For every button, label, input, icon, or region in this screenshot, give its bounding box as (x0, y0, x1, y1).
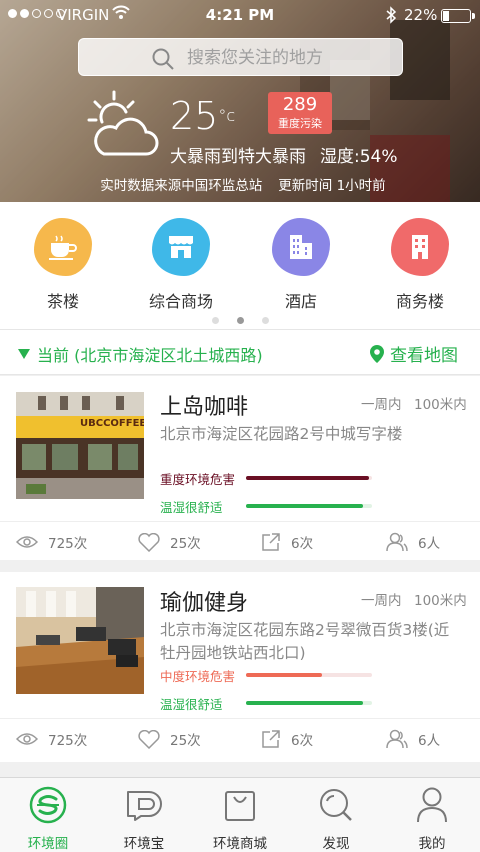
eye-icon (16, 536, 38, 548)
cloudy-sun-icon (87, 90, 159, 156)
category-hotel[interactable]: 酒店 (241, 218, 361, 312)
status-bar: VIRGIN 4:21 PM 22% (0, 0, 480, 32)
update-time: 更新时间 1小时前 (278, 178, 386, 194)
visit-frequency: 一周内 (361, 593, 402, 609)
battery-icon (441, 9, 475, 23)
like-button[interactable]: 25次 (138, 729, 201, 749)
bluetooth-icon (386, 6, 397, 24)
weather-header: VIRGIN 4:21 PM 22% 25°c 289 (0, 0, 480, 202)
place-title: 瑜伽健身 (160, 591, 249, 616)
place-stats: 725次 25次 6次 6人 (0, 521, 480, 563)
share-button[interactable]: 6次 (261, 729, 313, 749)
source-text: 实时数据来源中国环监总站 (100, 178, 263, 194)
comfort-bar (246, 701, 372, 705)
env-hazard-meter: 重度环境危害 (160, 469, 372, 488)
data-source: 实时数据来源中国环监总站 更新时间 1小时前 (0, 174, 480, 194)
office-building-icon (391, 218, 449, 276)
search-input[interactable] (187, 45, 387, 71)
env-treasure-icon (127, 791, 162, 821)
category-office[interactable]: 商务楼 (360, 218, 480, 312)
location-bar: 当前 (北京市海淀区北土城西路) 查看地图 (0, 329, 480, 375)
people-icon (386, 729, 408, 749)
tab-bar: 环境圈 环境宝 环境商城 发现 我的 (0, 777, 480, 852)
shopping-bag-icon (225, 791, 255, 821)
env-circle-icon (29, 786, 67, 824)
category-label: 综合商场 (148, 292, 213, 311)
share-button[interactable]: 6次 (261, 532, 313, 552)
comfort-meter: 温湿很舒适 (160, 497, 372, 516)
people-stat: 6人 (386, 532, 440, 552)
teacup-icon (34, 218, 92, 276)
place-distance: 100米内 (414, 397, 467, 413)
comfort-label: 温湿很舒适 (160, 500, 223, 515)
category-label: 酒店 (284, 292, 317, 311)
map-pin-icon (370, 344, 384, 363)
storefront-icon (152, 218, 210, 276)
tab-profile[interactable]: 我的 (384, 786, 480, 852)
env-hazard-meter: 中度环境危害 (160, 666, 372, 685)
aqi-badge: 289 重度污染 (268, 92, 332, 134)
people-icon (386, 532, 408, 552)
current-location[interactable]: 当前 (北京市海淀区北土城西路) (37, 342, 263, 366)
weather-description: 大暴雨到特大暴雨 (170, 147, 306, 167)
heart-icon (138, 532, 160, 552)
category-carousel: 茶楼 综合商场 酒店 商务楼 (0, 202, 480, 329)
cafe-sign-text: UBCCOFFEE (80, 418, 144, 429)
share-icon (262, 730, 280, 748)
views-stat: 725次 (16, 729, 87, 749)
tab-env-mall[interactable]: 环境商城 (192, 786, 288, 852)
place-title: 上岛咖啡 (160, 395, 249, 420)
category-mall[interactable]: 综合商场 (121, 218, 241, 312)
place-card[interactable]: 瑜伽健身 一周内 100米内 北京市海淀区花园东路2号翠微百货3楼(近牡丹园地铁… (0, 572, 480, 762)
category-teahouse[interactable]: 茶楼 (3, 218, 123, 312)
dropdown-triangle-icon[interactable] (18, 349, 30, 359)
view-map-link[interactable]: 查看地图 (369, 341, 458, 366)
profile-icon (417, 787, 447, 823)
env-hazard-label: 中度环境危害 (160, 669, 236, 684)
category-label: 茶楼 (46, 292, 79, 311)
page-dot[interactable] (261, 317, 269, 324)
battery-percent: 22% (404, 6, 438, 24)
place-photo: UBCCOFFEE (16, 392, 144, 499)
env-hazard-label: 重度环境危害 (160, 472, 236, 487)
eye-icon (16, 733, 38, 745)
hotel-building-icon (272, 218, 330, 276)
env-hazard-bar (246, 476, 372, 480)
humidity: 湿度:54% (320, 147, 398, 167)
views-stat: 725次 (16, 532, 87, 552)
place-stats: 725次 25次 6次 6人 (0, 718, 480, 760)
comfort-meter: 温湿很舒适 (160, 694, 372, 713)
place-distance: 100米内 (414, 593, 467, 609)
page-dot[interactable] (211, 317, 219, 324)
tab-env-circle[interactable]: 环境圈 (0, 786, 96, 852)
view-map-label: 查看地图 (390, 346, 458, 366)
aqi-value: 289 (282, 94, 318, 115)
page-indicator (0, 317, 480, 324)
place-address: 北京市海淀区花园东路2号翠微百货3楼(近牡丹园地铁站西北口) (160, 621, 450, 662)
people-stat: 6人 (386, 729, 440, 749)
category-label: 商务楼 (395, 292, 444, 311)
env-hazard-bar (246, 673, 372, 677)
comfort-label: 温湿很舒适 (160, 697, 223, 712)
visit-frequency: 一周内 (361, 397, 402, 413)
search-icon (152, 48, 174, 70)
temperature: 25°c (170, 94, 236, 138)
tab-discover[interactable]: 发现 (288, 786, 384, 852)
page-dot[interactable] (236, 317, 244, 324)
comfort-bar (246, 504, 372, 508)
discover-search-icon (320, 789, 352, 821)
share-icon (262, 533, 280, 551)
aqi-label: 重度污染 (278, 117, 322, 130)
place-photo (16, 587, 144, 694)
tab-env-treasure[interactable]: 环境宝 (96, 786, 192, 852)
like-button[interactable]: 25次 (138, 532, 201, 552)
search-bar[interactable] (78, 38, 403, 76)
heart-icon (138, 729, 160, 749)
place-address: 北京市海淀区花园路2号中城写字楼 (160, 425, 403, 443)
place-card[interactable]: UBCCOFFEE 上岛咖啡 一周内 100米内 北京市海淀区花园路2号中城写字… (0, 376, 480, 560)
